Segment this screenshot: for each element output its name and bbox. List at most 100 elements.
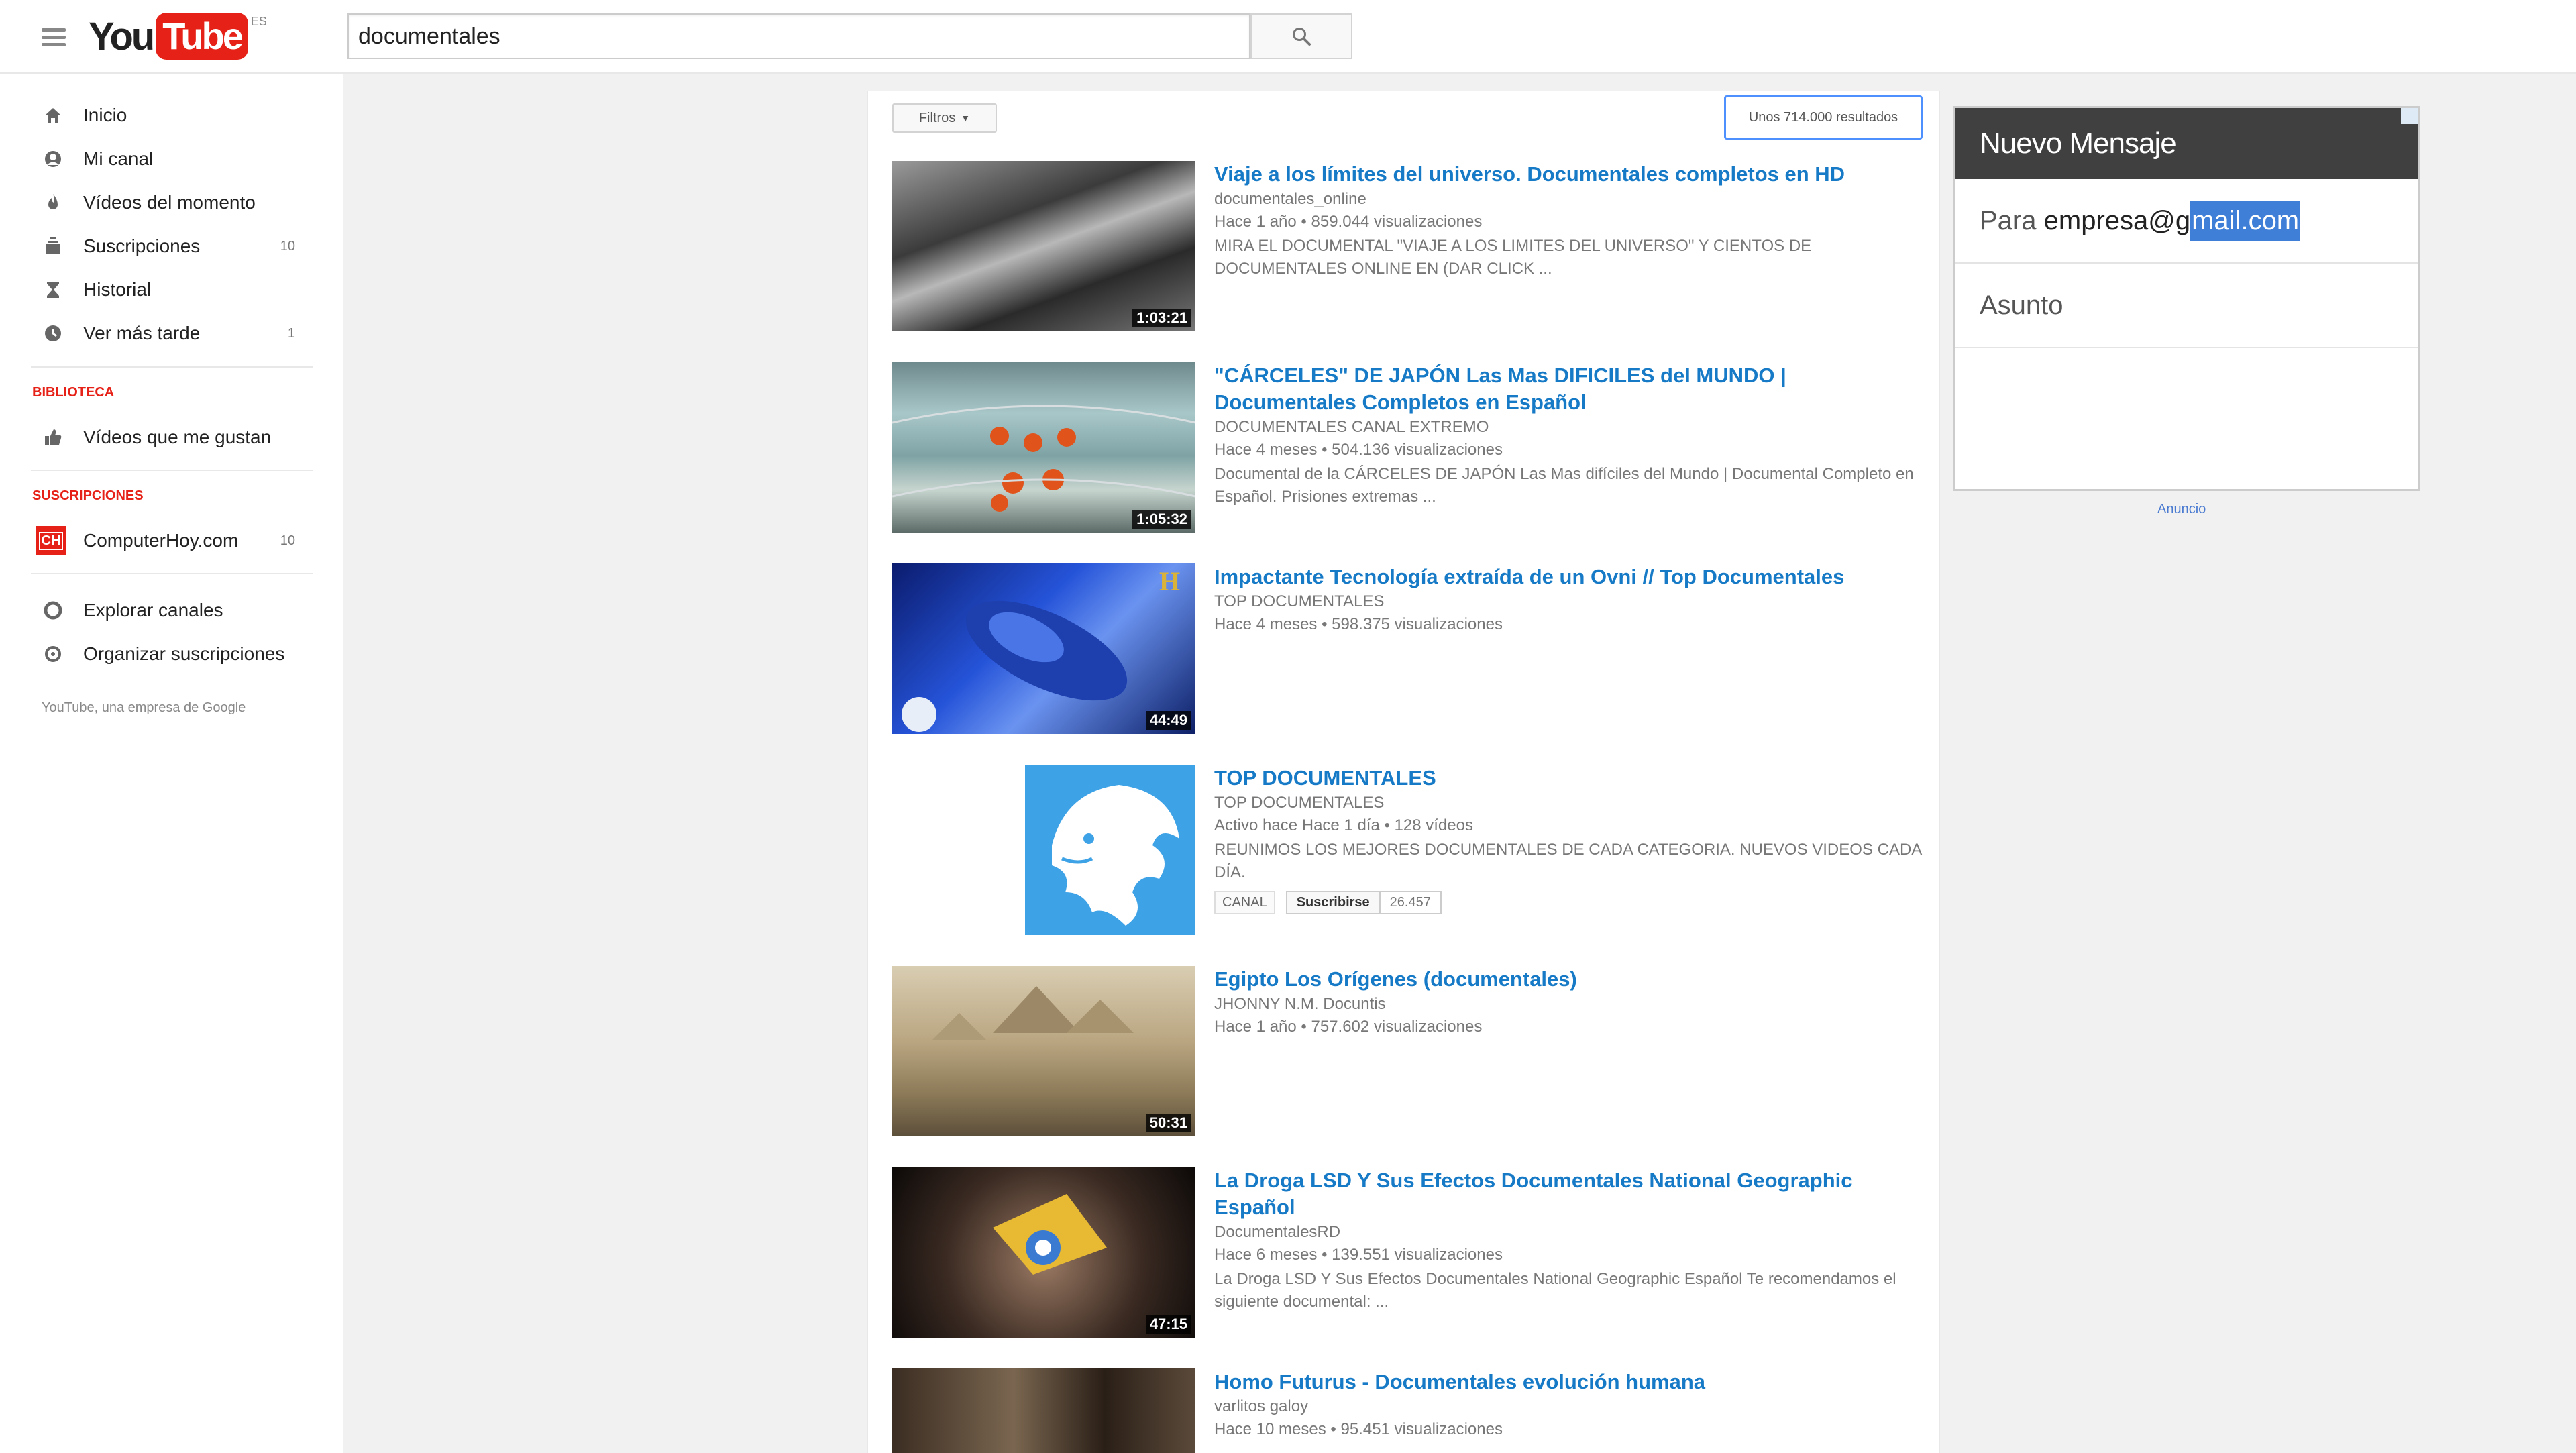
sidebar-item-label: Historial xyxy=(83,279,152,300)
masthead: You Tube ES documentales xyxy=(0,0,2576,74)
ad-subject-label: Asunto xyxy=(1980,290,2063,320)
sidebar-item-organizar-suscripciones[interactable]: Organizar suscripciones xyxy=(0,635,315,673)
video-title-link[interactable]: "CÁRCELES" DE JAPÓN Las Mas DIFICILES de… xyxy=(1214,362,1925,416)
thumbs-up-icon xyxy=(42,426,64,449)
channel-title-link[interactable]: TOP DOCUMENTALES xyxy=(1214,765,1925,792)
sidebar-item-label: ComputerHoy.com xyxy=(83,530,239,551)
dropdown-arrow-icon: ▼ xyxy=(961,113,971,123)
sidebar-item-label: Inicio xyxy=(83,105,127,125)
thumbnail-art: H xyxy=(902,566,1180,732)
sidebar-item-suscripciones[interactable]: Suscripciones 10 xyxy=(0,227,315,265)
sidebar-item-label: Vídeos del momento xyxy=(83,192,256,213)
video-duration: 44:49 xyxy=(1145,711,1191,730)
search-button[interactable] xyxy=(1250,13,1352,59)
channel-name[interactable]: DocumentalesRD xyxy=(1214,1221,1925,1244)
sidebar-item-computerhoy[interactable]: CH ComputerHoy.com 10 xyxy=(0,522,315,559)
video-thumbnail[interactable]: 50:31 xyxy=(892,966,1195,1136)
lion-logo-icon xyxy=(1052,785,1179,926)
video-title-link[interactable]: Impactante Tecnología extraída de un Ovn… xyxy=(1214,563,1925,590)
video-thumbnail[interactable]: 47:15 xyxy=(892,1167,1195,1338)
video-duration: 47:15 xyxy=(1145,1315,1191,1334)
results-count: Unos 714.000 resultados xyxy=(1724,95,1923,140)
ad-banner[interactable]: Nuevo Mensaje Para empresa@g mail.com Asu… xyxy=(1953,106,2420,491)
sidebar-item-inicio[interactable]: Inicio xyxy=(0,97,315,134)
video-duration: 1:05:32 xyxy=(1132,510,1191,529)
manage-icon xyxy=(42,643,64,665)
video-description: MIRA EL DOCUMENTAL "VIAJE A LOS LIMITES … xyxy=(1214,237,1812,278)
ad-choices-icon[interactable] xyxy=(2401,108,2418,124)
channel-badge: CANAL xyxy=(1214,891,1275,914)
video-thumbnail[interactable] xyxy=(892,1368,1195,1453)
video-description: La Droga LSD Y Sus Efectos Documentales … xyxy=(1214,1270,1896,1311)
filters-label: Filtros xyxy=(918,110,956,125)
thumbnail-art xyxy=(932,986,1134,1040)
video-duration: 1:03:21 xyxy=(1132,309,1191,327)
logo-tube-text: Tube xyxy=(156,13,248,60)
guide-menu-icon[interactable] xyxy=(42,28,66,46)
video-title-link[interactable]: Viaje a los límites del universo. Docume… xyxy=(1214,161,1925,188)
sidebar-item-explorar-canales[interactable]: Explorar canales xyxy=(0,592,315,629)
trending-icon xyxy=(42,191,64,214)
channel-avatar[interactable] xyxy=(1025,765,1195,935)
subscriber-count: 26.457 xyxy=(1380,892,1440,913)
channel-name[interactable]: DOCUMENTALES CANAL EXTREMO xyxy=(1214,416,1925,439)
thumbnail-art xyxy=(993,1194,1107,1275)
history-icon xyxy=(42,278,64,301)
video-thumbnail[interactable]: 1:05:32 xyxy=(892,362,1195,533)
channel-avatar: CH xyxy=(36,526,66,555)
subscribe-label: Suscribirse xyxy=(1287,892,1381,913)
sidebar-item-videos-que-me-gustan[interactable]: Vídeos que me gustan xyxy=(0,419,315,456)
sidebar-item-label: Suscripciones xyxy=(83,235,201,256)
sidebar-divider xyxy=(31,366,313,368)
channel-name[interactable]: documentales_online xyxy=(1214,188,1925,211)
ad-to-value: empresa@g xyxy=(2043,205,2191,235)
subscriptions-heading: SUSCRIPCIONES xyxy=(32,488,144,503)
filters-button[interactable]: Filtros ▼ xyxy=(892,103,997,133)
search-results: Filtros ▼ Unos 714.000 resultados 1:03:2… xyxy=(867,91,1940,1453)
thumbnail-art xyxy=(892,405,1195,512)
video-title-link[interactable]: La Droga LSD Y Sus Efectos Documentales … xyxy=(1214,1167,1925,1221)
sidebar-item-historial[interactable]: Historial xyxy=(0,271,315,309)
video-thumbnail[interactable]: 1:03:21 xyxy=(892,161,1195,331)
ad-to-value-selected: mail.com xyxy=(2190,200,2301,241)
video-duration: 50:31 xyxy=(1145,1114,1191,1132)
sidebar-item-label: Organizar suscripciones xyxy=(83,643,285,664)
avatar-initials: CH xyxy=(38,531,64,550)
video-meta: Hace 6 meses • 139.551 visualizaciones xyxy=(1214,1246,1503,1264)
youtube-logo[interactable]: You Tube ES xyxy=(89,11,267,62)
logo-region-code: ES xyxy=(250,15,267,28)
subscribe-button[interactable]: Suscribirse 26.457 xyxy=(1285,891,1442,914)
video-meta: Hace 1 año • 859.044 visualizaciones xyxy=(1214,213,1483,231)
sidebar-item-label: Vídeos que me gustan xyxy=(83,427,272,447)
sidebar-item-label: Ver más tarde xyxy=(83,323,201,343)
video-title-link[interactable]: Homo Futurus - Documentales evolución hu… xyxy=(1214,1368,1925,1395)
explore-icon xyxy=(42,599,64,622)
channel-meta: Activo hace Hace 1 día • 128 vídeos xyxy=(1214,816,1473,835)
channel-name[interactable]: TOP DOCUMENTALES xyxy=(1214,590,1925,613)
channel-name[interactable]: JHONNY N.M. Docuntis xyxy=(1214,993,1925,1016)
channel-name[interactable]: TOP DOCUMENTALES xyxy=(1214,792,1925,814)
channel-name[interactable]: varlitos galoy xyxy=(1214,1395,1925,1418)
video-meta: Hace 4 meses • 598.375 visualizaciones xyxy=(1214,615,1503,633)
search-input[interactable]: documentales xyxy=(347,13,1250,59)
video-meta: Hace 4 meses • 504.136 visualizaciones xyxy=(1214,441,1503,459)
sidebar-item-label: Explorar canales xyxy=(83,600,223,621)
video-thumbnail[interactable]: H 44:49 xyxy=(892,563,1195,734)
sidebar-item-mi-canal[interactable]: Mi canal xyxy=(0,140,315,178)
ad-to-row: Para empresa@g mail.com xyxy=(1955,179,2418,264)
sidebar-item-ver-mas-tarde[interactable]: Ver más tarde 1 xyxy=(0,315,315,352)
sidebar-item-label: Mi canal xyxy=(83,148,154,169)
video-meta: Hace 10 meses • 95.451 visualizaciones xyxy=(1214,1420,1503,1438)
sidebar-footer: YouTube, una empresa de Google xyxy=(42,700,246,715)
home-icon xyxy=(42,104,64,127)
video-title-link[interactable]: Egipto Los Orígenes (documentales) xyxy=(1214,966,1925,993)
sidebar-item-count: 10 xyxy=(280,533,295,548)
ad-heading: Nuevo Mensaje xyxy=(1955,108,2418,179)
ad-to-label: Para xyxy=(1980,205,2037,235)
sidebar-divider xyxy=(31,470,313,471)
sidebar-divider xyxy=(31,573,313,574)
search-icon xyxy=(1293,28,1311,46)
sidebar-item-videos-del-momento[interactable]: Vídeos del momento xyxy=(0,184,315,221)
watch-later-icon xyxy=(42,322,64,345)
guide-sidebar: Inicio Mi canal Vídeos del momento Suscr… xyxy=(0,74,343,1453)
